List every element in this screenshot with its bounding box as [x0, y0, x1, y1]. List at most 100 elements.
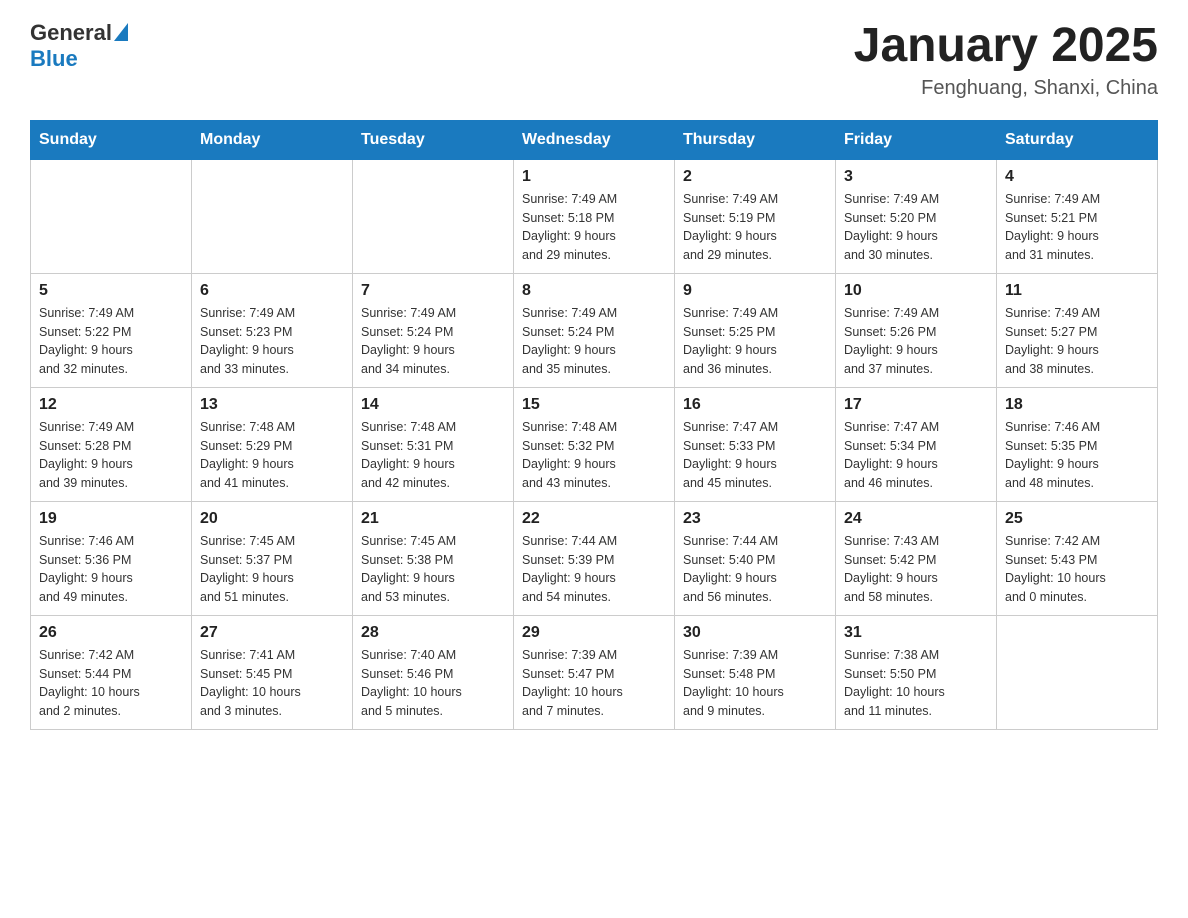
calendar-week-row: 12 Sunrise: 7:49 AM Sunset: 5:28 PM Dayli… — [31, 387, 1158, 501]
calendar-cell: 7 Sunrise: 7:49 AM Sunset: 5:24 PM Daylig… — [353, 273, 514, 387]
calendar-day-header: Saturday — [997, 120, 1158, 159]
day-info: Sunrise: 7:49 AM Sunset: 5:26 PM Dayligh… — [844, 304, 988, 379]
title-block: January 2025 Fenghuang, Shanxi, China — [854, 20, 1158, 100]
day-number: 24 — [844, 510, 988, 528]
calendar-cell: 10 Sunrise: 7:49 AM Sunset: 5:26 PM Dayli… — [836, 273, 997, 387]
calendar-cell: 1 Sunrise: 7:49 AM Sunset: 5:18 PM Daylig… — [514, 159, 675, 273]
calendar-cell: 17Sunrise: 7:47 AM Sunset: 5:34 PM Dayli… — [836, 387, 997, 501]
day-number: 12 — [39, 396, 183, 414]
calendar-cell — [997, 615, 1158, 729]
calendar-cell: 9Sunrise: 7:49 AM Sunset: 5:25 PM Daylig… — [675, 273, 836, 387]
day-info: Sunrise: 7:48 AM Sunset: 5:32 PM Dayligh… — [522, 418, 666, 493]
day-number: 25 — [1005, 510, 1149, 528]
calendar-cell: 29 Sunrise: 7:39 AM Sunset: 5:47 PM Dayli… — [514, 615, 675, 729]
calendar-week-row: 19Sunrise: 7:46 AM Sunset: 5:36 PM Dayli… — [31, 501, 1158, 615]
calendar-cell: 31 Sunrise: 7:38 AM Sunset: 5:50 PM Dayli… — [836, 615, 997, 729]
day-info: Sunrise: 7:49 AM Sunset: 5:18 PM Dayligh… — [522, 190, 666, 265]
calendar-day-header: Thursday — [675, 120, 836, 159]
calendar-cell: 19Sunrise: 7:46 AM Sunset: 5:36 PM Dayli… — [31, 501, 192, 615]
day-info: Sunrise: 7:48 AM Sunset: 5:31 PM Dayligh… — [361, 418, 505, 493]
day-number: 21 — [361, 510, 505, 528]
logo: General Blue — [30, 20, 128, 72]
calendar-week-row: 5Sunrise: 7:49 AM Sunset: 5:22 PM Daylig… — [31, 273, 1158, 387]
day-info: Sunrise: 7:43 AM Sunset: 5:42 PM Dayligh… — [844, 532, 988, 607]
calendar-cell: 14 Sunrise: 7:48 AM Sunset: 5:31 PM Dayli… — [353, 387, 514, 501]
day-info: Sunrise: 7:49 AM Sunset: 5:25 PM Dayligh… — [683, 304, 827, 379]
day-number: 30 — [683, 624, 827, 642]
day-number: 6 — [200, 282, 344, 300]
calendar-cell: 16Sunrise: 7:47 AM Sunset: 5:33 PM Dayli… — [675, 387, 836, 501]
calendar-cell — [31, 159, 192, 273]
day-number: 28 — [361, 624, 505, 642]
day-number: 20 — [200, 510, 344, 528]
calendar-cell: 20 Sunrise: 7:45 AM Sunset: 5:37 PM Dayli… — [192, 501, 353, 615]
day-info: Sunrise: 7:41 AM Sunset: 5:45 PM Dayligh… — [200, 646, 344, 721]
day-number: 10 — [844, 282, 988, 300]
day-info: Sunrise: 7:49 AM Sunset: 5:28 PM Dayligh… — [39, 418, 183, 493]
day-info: Sunrise: 7:49 AM Sunset: 5:19 PM Dayligh… — [683, 190, 827, 265]
calendar-cell: 27 Sunrise: 7:41 AM Sunset: 5:45 PM Dayli… — [192, 615, 353, 729]
day-number: 22 — [522, 510, 666, 528]
day-number: 26 — [39, 624, 183, 642]
day-info: Sunrise: 7:39 AM Sunset: 5:47 PM Dayligh… — [522, 646, 666, 721]
day-info: Sunrise: 7:49 AM Sunset: 5:24 PM Dayligh… — [522, 304, 666, 379]
calendar-cell: 2 Sunrise: 7:49 AM Sunset: 5:19 PM Daylig… — [675, 159, 836, 273]
day-info: Sunrise: 7:48 AM Sunset: 5:29 PM Dayligh… — [200, 418, 344, 493]
calendar-week-row: 1 Sunrise: 7:49 AM Sunset: 5:18 PM Daylig… — [31, 159, 1158, 273]
calendar-cell: 13Sunrise: 7:48 AM Sunset: 5:29 PM Dayli… — [192, 387, 353, 501]
calendar-cell: 24 Sunrise: 7:43 AM Sunset: 5:42 PM Dayli… — [836, 501, 997, 615]
day-info: Sunrise: 7:38 AM Sunset: 5:50 PM Dayligh… — [844, 646, 988, 721]
calendar-cell: 26 Sunrise: 7:42 AM Sunset: 5:44 PM Dayli… — [31, 615, 192, 729]
calendar-day-header: Monday — [192, 120, 353, 159]
day-number: 3 — [844, 168, 988, 186]
day-number: 2 — [683, 168, 827, 186]
calendar-day-header: Wednesday — [514, 120, 675, 159]
day-number: 8 — [522, 282, 666, 300]
day-info: Sunrise: 7:49 AM Sunset: 5:23 PM Dayligh… — [200, 304, 344, 379]
calendar-cell: 25 Sunrise: 7:42 AM Sunset: 5:43 PM Dayli… — [997, 501, 1158, 615]
calendar-cell — [192, 159, 353, 273]
calendar-cell: 3 Sunrise: 7:49 AM Sunset: 5:20 PM Daylig… — [836, 159, 997, 273]
day-number: 29 — [522, 624, 666, 642]
calendar-cell — [353, 159, 514, 273]
logo-general-text: General — [30, 20, 112, 46]
day-number: 11 — [1005, 282, 1149, 300]
day-info: Sunrise: 7:46 AM Sunset: 5:35 PM Dayligh… — [1005, 418, 1149, 493]
calendar-cell: 8 Sunrise: 7:49 AM Sunset: 5:24 PM Daylig… — [514, 273, 675, 387]
day-number: 18 — [1005, 396, 1149, 414]
day-number: 27 — [200, 624, 344, 642]
calendar-table: SundayMondayTuesdayWednesdayThursdayFrid… — [30, 120, 1158, 730]
day-info: Sunrise: 7:49 AM Sunset: 5:27 PM Dayligh… — [1005, 304, 1149, 379]
day-info: Sunrise: 7:42 AM Sunset: 5:44 PM Dayligh… — [39, 646, 183, 721]
day-info: Sunrise: 7:45 AM Sunset: 5:38 PM Dayligh… — [361, 532, 505, 607]
calendar-cell: 28Sunrise: 7:40 AM Sunset: 5:46 PM Dayli… — [353, 615, 514, 729]
day-number: 23 — [683, 510, 827, 528]
month-title: January 2025 — [854, 20, 1158, 73]
day-info: Sunrise: 7:44 AM Sunset: 5:39 PM Dayligh… — [522, 532, 666, 607]
day-number: 14 — [361, 396, 505, 414]
logo-triangle-icon — [114, 23, 128, 41]
day-info: Sunrise: 7:49 AM Sunset: 5:24 PM Dayligh… — [361, 304, 505, 379]
day-info: Sunrise: 7:49 AM Sunset: 5:22 PM Dayligh… — [39, 304, 183, 379]
logo-blue-text: Blue — [30, 46, 78, 72]
day-info: Sunrise: 7:45 AM Sunset: 5:37 PM Dayligh… — [200, 532, 344, 607]
calendar-cell: 21 Sunrise: 7:45 AM Sunset: 5:38 PM Dayli… — [353, 501, 514, 615]
location-text: Fenghuang, Shanxi, China — [854, 77, 1158, 100]
calendar-cell: 18 Sunrise: 7:46 AM Sunset: 5:35 PM Dayli… — [997, 387, 1158, 501]
day-number: 31 — [844, 624, 988, 642]
calendar-day-header: Tuesday — [353, 120, 514, 159]
day-number: 7 — [361, 282, 505, 300]
day-info: Sunrise: 7:49 AM Sunset: 5:20 PM Dayligh… — [844, 190, 988, 265]
page-header: General Blue January 2025 Fenghuang, Sha… — [30, 20, 1158, 100]
calendar-day-header: Friday — [836, 120, 997, 159]
calendar-cell: 6 Sunrise: 7:49 AM Sunset: 5:23 PM Daylig… — [192, 273, 353, 387]
day-info: Sunrise: 7:46 AM Sunset: 5:36 PM Dayligh… — [39, 532, 183, 607]
day-info: Sunrise: 7:44 AM Sunset: 5:40 PM Dayligh… — [683, 532, 827, 607]
day-info: Sunrise: 7:39 AM Sunset: 5:48 PM Dayligh… — [683, 646, 827, 721]
day-number: 1 — [522, 168, 666, 186]
calendar-week-row: 26 Sunrise: 7:42 AM Sunset: 5:44 PM Dayli… — [31, 615, 1158, 729]
calendar-cell: 22 Sunrise: 7:44 AM Sunset: 5:39 PM Dayli… — [514, 501, 675, 615]
day-info: Sunrise: 7:42 AM Sunset: 5:43 PM Dayligh… — [1005, 532, 1149, 607]
day-info: Sunrise: 7:49 AM Sunset: 5:21 PM Dayligh… — [1005, 190, 1149, 265]
calendar-header-row: SundayMondayTuesdayWednesdayThursdayFrid… — [31, 120, 1158, 159]
